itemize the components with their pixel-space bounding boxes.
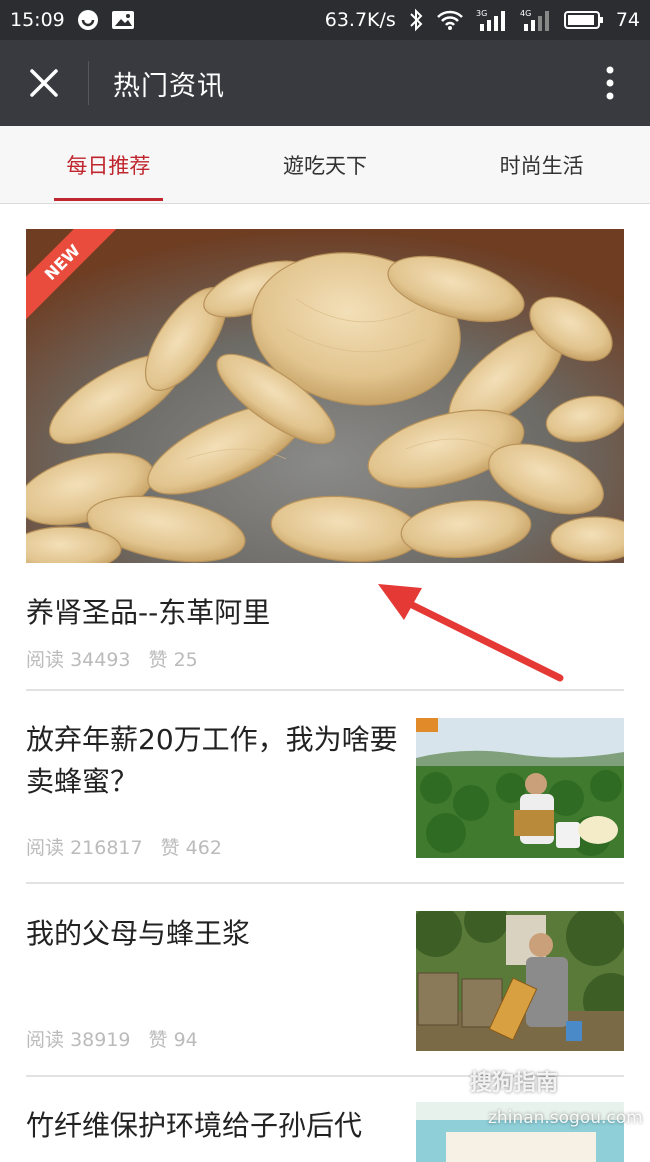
close-icon xyxy=(30,69,58,97)
wifi-icon xyxy=(436,9,464,31)
like-count: 25 xyxy=(173,649,198,671)
watermark-url: zhinan.sogou.com xyxy=(488,1108,643,1128)
article-thumbnail[interactable] xyxy=(416,911,624,1051)
like-label: 赞 xyxy=(160,837,180,859)
svg-text:4G: 4G xyxy=(520,9,531,18)
more-vertical-icon xyxy=(606,66,614,100)
article-title[interactable]: 放弃年薪20万工作，我为啥要卖蜂蜜？ xyxy=(26,719,406,803)
beekeeper-hives-photo xyxy=(416,911,624,1051)
article-thumbnail[interactable] xyxy=(416,718,624,858)
like-label: 赞 xyxy=(148,1029,168,1051)
status-time: 15:09 xyxy=(10,9,65,31)
signal-3g-icon: 3G xyxy=(476,8,508,32)
read-count: 216817 xyxy=(70,837,143,859)
read-count: 38919 xyxy=(70,1029,131,1051)
bluetooth-icon xyxy=(408,8,424,32)
image-notification-icon xyxy=(111,10,135,30)
battery-icon xyxy=(563,10,604,30)
signal-4g-icon: 4G xyxy=(520,8,552,32)
read-label: 阅读 xyxy=(26,1029,65,1051)
hero-stats: 阅读 34493 赞 25 xyxy=(26,645,198,672)
app-notification-icon xyxy=(77,9,99,31)
hero-image[interactable]: NEW xyxy=(26,229,624,563)
root-slices-photo xyxy=(26,229,624,563)
close-button[interactable] xyxy=(0,40,88,126)
tab-daily-recommend[interactable]: 每日推荐 xyxy=(0,126,217,203)
page-title: 热门资讯 xyxy=(113,70,225,102)
svg-text:3G: 3G xyxy=(476,9,487,18)
read-label: 阅读 xyxy=(26,649,65,671)
hero-title[interactable]: 养肾圣品--东革阿里 xyxy=(26,591,270,631)
read-label: 阅读 xyxy=(26,837,65,859)
appbar-divider xyxy=(88,61,89,105)
more-menu-button[interactable] xyxy=(570,40,650,126)
beekeeper-forest-photo xyxy=(416,718,624,858)
like-label: 赞 xyxy=(148,649,168,671)
tab-bar: 每日推荐 遊吃天下 时尚生活 xyxy=(0,126,650,204)
status-bar: 15:09 63.7K/s 3G 4G 74 xyxy=(0,0,650,40)
tab-food[interactable]: 遊吃天下 xyxy=(217,126,434,203)
article-title[interactable]: 竹纤维保护环境给子孙后代 xyxy=(26,1105,416,1147)
article-stats: 阅读 38919 赞 94 xyxy=(26,1025,198,1052)
divider xyxy=(26,882,624,884)
tab-fashion-life[interactable]: 时尚生活 xyxy=(433,126,650,203)
annotation-arrow-icon xyxy=(378,584,564,682)
like-count: 462 xyxy=(185,837,222,859)
watermark-brand: 搜狗指南 xyxy=(470,1071,559,1096)
divider xyxy=(26,689,624,691)
article-stats: 阅读 216817 赞 462 xyxy=(26,833,222,860)
read-count: 34493 xyxy=(70,649,131,671)
battery-level: 74 xyxy=(615,9,640,31)
app-bar: 热门资讯 xyxy=(0,40,650,126)
like-count: 94 xyxy=(173,1029,198,1051)
network-speed: 63.7K/s xyxy=(324,9,396,31)
article-title[interactable]: 我的父母与蜂王浆 xyxy=(26,913,406,955)
